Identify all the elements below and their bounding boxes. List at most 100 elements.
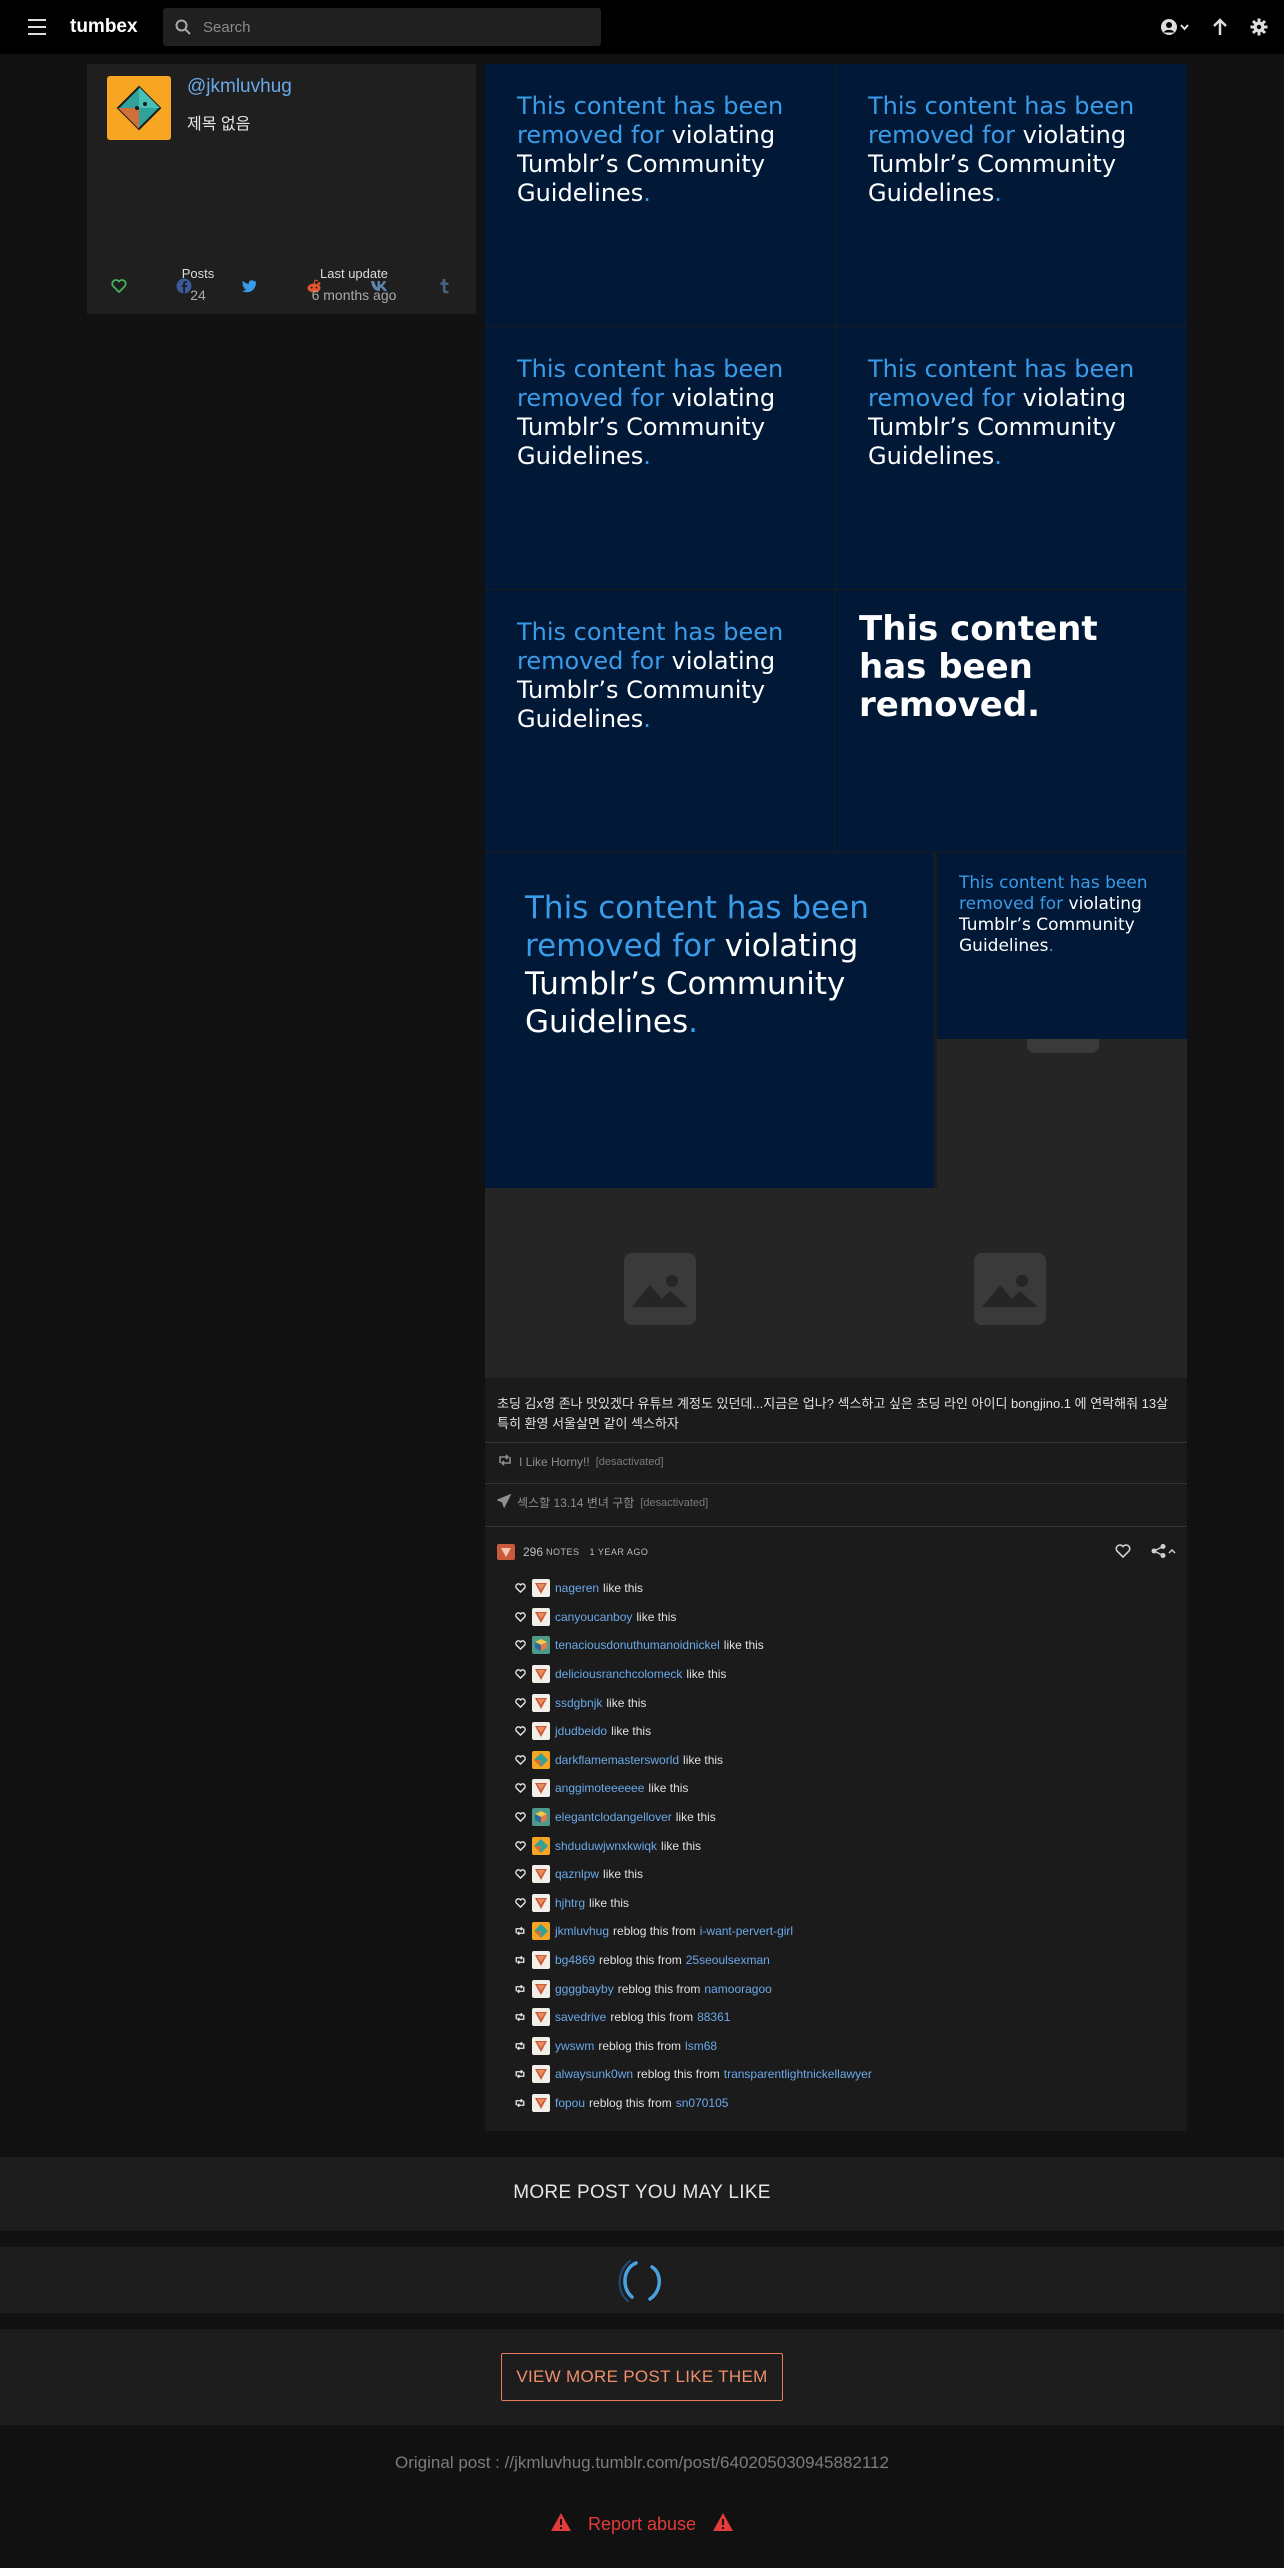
note-username[interactable]: bg4869 bbox=[555, 1953, 595, 1967]
last-update-stat: Last update 6 months ago bbox=[284, 266, 424, 303]
note-username[interactable]: ggggbayby bbox=[555, 1982, 614, 1996]
tumblr-icon[interactable] bbox=[430, 272, 458, 300]
heart-icon bbox=[512, 1898, 528, 1908]
user-avatar[interactable] bbox=[532, 1836, 550, 1855]
site-logo[interactable]: tumbex bbox=[70, 16, 138, 38]
removed-content-image[interactable]: This content has been removed for violat… bbox=[485, 853, 934, 1188]
note-username[interactable]: hjhtrg bbox=[555, 1896, 585, 1910]
post-time-ago[interactable]: 1 YEAR AGO bbox=[590, 1547, 649, 1557]
post-author-avatar[interactable] bbox=[497, 1544, 515, 1560]
removed-content-image[interactable]: This content has been removed for violat… bbox=[937, 853, 1187, 1039]
reblog-icon bbox=[512, 1984, 528, 1994]
top-bar: tumbex bbox=[0, 0, 1284, 54]
note-action-text: reblog this from bbox=[617, 1981, 701, 1996]
user-avatar[interactable] bbox=[532, 1693, 550, 1712]
note-source-username[interactable]: 25seoulsexman bbox=[686, 1953, 770, 1967]
user-avatar[interactable] bbox=[532, 1607, 550, 1626]
note-username[interactable]: qaznlpw bbox=[555, 1867, 599, 1881]
note-username[interactable]: deliciousranchcolomeck bbox=[555, 1667, 682, 1681]
note-username[interactable]: canyoucanboy bbox=[555, 1610, 632, 1624]
note-username[interactable]: jkmluvhug bbox=[555, 1924, 609, 1938]
source-row[interactable]: 섹스할 13.14 변녀 구함 [desactivated] bbox=[496, 1493, 708, 1511]
divider bbox=[485, 1483, 1187, 1484]
user-avatar[interactable] bbox=[532, 2036, 550, 2055]
note-action-text: reblog this from bbox=[599, 1953, 682, 1968]
note-username[interactable]: fopou bbox=[555, 2096, 585, 2110]
user-avatar[interactable] bbox=[532, 1750, 550, 1769]
removed-content-image[interactable]: This content has been removed. bbox=[835, 590, 1187, 852]
heart-icon bbox=[512, 1869, 528, 1880]
user-avatar[interactable] bbox=[532, 2008, 550, 2027]
note-source-username[interactable]: 88361 bbox=[697, 2010, 730, 2024]
view-more-posts-button[interactable]: VIEW MORE POST LIKE THEM bbox=[501, 2353, 783, 2401]
note-source-username[interactable]: lsm68 bbox=[685, 2039, 717, 2053]
user-avatar[interactable] bbox=[532, 1636, 550, 1655]
reblog-from-row[interactable]: I Like Horny!! [desactivated] bbox=[497, 1454, 664, 1469]
hamburger-menu-icon[interactable] bbox=[20, 10, 54, 44]
scroll-top-icon[interactable] bbox=[1212, 13, 1228, 41]
note-username[interactable]: darkflamemastersworld bbox=[555, 1753, 679, 1767]
note-username[interactable]: anggimoteeeeee bbox=[555, 1781, 644, 1795]
removed-content-image[interactable]: This content has been removed for violat… bbox=[836, 327, 1187, 589]
user-avatar[interactable] bbox=[532, 1865, 550, 1884]
reblog-icon bbox=[512, 1926, 528, 1936]
heart-icon bbox=[512, 1697, 528, 1708]
blog-username[interactable]: @jkmluvhug bbox=[187, 76, 292, 98]
removed-notice: This content has been removed for violat… bbox=[517, 92, 784, 207]
removed-content-image[interactable]: This content has been removed for violat… bbox=[836, 64, 1187, 326]
user-avatar[interactable] bbox=[532, 1922, 550, 1941]
note-source-username[interactable]: sn070105 bbox=[676, 2096, 729, 2110]
reblog-from-name[interactable]: I Like Horny!! bbox=[519, 1455, 590, 1469]
account-menu-icon[interactable] bbox=[1160, 13, 1190, 41]
user-avatar[interactable] bbox=[532, 2093, 550, 2112]
notes-count[interactable]: 296 bbox=[523, 1545, 543, 1559]
note-username[interactable]: jdudbeido bbox=[555, 1724, 607, 1738]
user-avatar[interactable] bbox=[532, 1951, 550, 1970]
removed-content-image[interactable]: This content has been removed for violat… bbox=[485, 64, 835, 326]
note-username[interactable]: savedrive bbox=[555, 2010, 606, 2024]
source-name[interactable]: 섹스할 13.14 변녀 구함 bbox=[517, 1494, 634, 1511]
removed-content-image[interactable]: This content has been removed for violat… bbox=[485, 590, 834, 852]
report-abuse-row[interactable]: Report abuse bbox=[0, 2512, 1284, 2537]
user-avatar[interactable] bbox=[532, 1779, 550, 1798]
last-update-value: 6 months ago bbox=[311, 287, 397, 303]
note-action-text: like this bbox=[611, 1724, 652, 1739]
note-username[interactable]: elegantclodangellover bbox=[555, 1810, 672, 1824]
like-heart-icon[interactable] bbox=[1115, 1543, 1131, 1561]
search-box[interactable] bbox=[163, 8, 601, 46]
settings-gear-icon[interactable] bbox=[1250, 13, 1268, 41]
user-avatar[interactable] bbox=[532, 1665, 550, 1684]
removed-content-image[interactable]: This content has been removed for violat… bbox=[485, 327, 835, 589]
note-source-username[interactable]: namooragoo bbox=[704, 1982, 771, 1996]
placeholder-image-icon bbox=[624, 1253, 696, 1325]
search-input[interactable] bbox=[203, 18, 583, 36]
blog-avatar[interactable] bbox=[107, 76, 171, 140]
user-avatar[interactable] bbox=[532, 1579, 550, 1598]
note-username[interactable]: ssdgbnjk bbox=[555, 1696, 602, 1710]
original-post-link[interactable]: Original post : //jkmluvhug.tumblr.com/p… bbox=[0, 2453, 1284, 2473]
note-username[interactable]: tenaciousdonuthumanoidnickel bbox=[555, 1638, 720, 1652]
note-item: ywswm reblog this from lsm68 bbox=[512, 2032, 1172, 2061]
note-action-text: like this bbox=[661, 1838, 702, 1853]
reblog-icon bbox=[512, 2041, 528, 2051]
user-avatar[interactable] bbox=[532, 1893, 550, 1912]
note-source-username[interactable]: transparentlightnickellawyer bbox=[724, 2067, 872, 2081]
heart-icon bbox=[512, 1755, 528, 1765]
note-username[interactable]: shduduwjwnxkwiqk bbox=[555, 1839, 657, 1853]
note-username[interactable]: ywswm bbox=[555, 2039, 594, 2053]
note-item: tenaciousdonuthumanoidnickel like this bbox=[512, 1631, 1172, 1660]
note-username[interactable]: nageren bbox=[555, 1581, 599, 1595]
posts-stat: Posts 24 bbox=[128, 266, 268, 303]
user-avatar[interactable] bbox=[532, 1722, 550, 1741]
note-action-text: like this bbox=[686, 1667, 727, 1682]
removed-notice: This content has been removed for violat… bbox=[959, 873, 1148, 956]
search-icon bbox=[163, 19, 203, 35]
note-source-username[interactable]: i-want-pervert-girl bbox=[700, 1924, 793, 1938]
note-item: qaznlpw like this bbox=[512, 1860, 1172, 1889]
user-avatar[interactable] bbox=[532, 1979, 550, 1998]
share-icon[interactable] bbox=[1151, 1543, 1177, 1561]
note-username[interactable]: alwaysunk0wn bbox=[555, 2067, 633, 2081]
user-avatar[interactable] bbox=[532, 2065, 550, 2084]
user-avatar[interactable] bbox=[532, 1808, 550, 1827]
report-abuse-link[interactable]: Report abuse bbox=[588, 2514, 696, 2535]
